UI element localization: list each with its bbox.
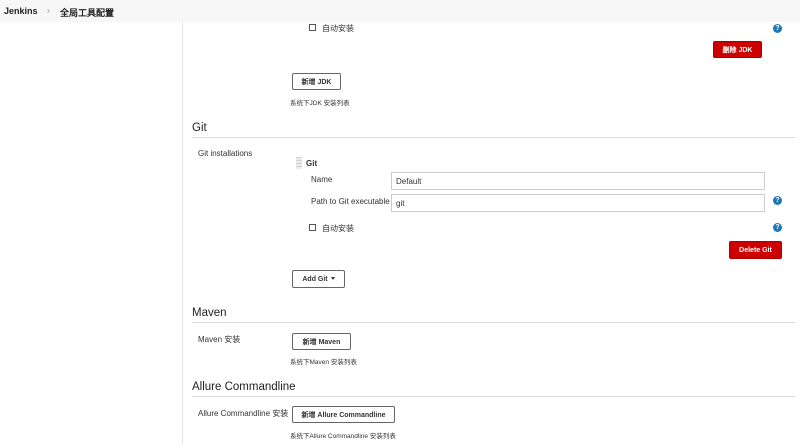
- breadcrumb-separator-icon: ›: [47, 6, 50, 15]
- allure-section-title: Allure Commandline: [192, 381, 296, 393]
- add-allure-button[interactable]: 新增 Allure Commandline: [292, 406, 395, 423]
- git-name-input[interactable]: [391, 172, 765, 190]
- allure-section-divider: [192, 396, 795, 397]
- git-path-input[interactable]: [391, 194, 765, 212]
- maven-list-caption: 系统下Maven 安装列表: [290, 359, 357, 366]
- git-installation-title: Git: [306, 159, 318, 168]
- delete-git-button[interactable]: Delete Git: [729, 241, 782, 259]
- jdk-list-caption: 系统下JDK 安装列表: [290, 100, 350, 107]
- maven-section-title: Maven: [192, 307, 227, 319]
- git-auto-install-help-icon[interactable]: ?: [773, 223, 782, 232]
- git-path-help-icon[interactable]: ?: [773, 196, 782, 205]
- git-path-label: Path to Git executable: [311, 197, 390, 206]
- jenkins-home-link[interactable]: Jenkins: [4, 6, 38, 16]
- breadcrumb-current-page[interactable]: 全局工具配置: [60, 6, 114, 19]
- git-section-title: Git: [192, 122, 207, 134]
- jdk-auto-install-checkbox[interactable]: [309, 24, 316, 31]
- maven-section-divider: [192, 322, 795, 323]
- allure-list-caption: 系统下Allure Commandline 安装列表: [290, 433, 396, 440]
- allure-install-label: Allure Commandline 安装: [198, 409, 289, 418]
- jdk-help-icon[interactable]: ?: [773, 24, 782, 33]
- chevron-down-icon: [330, 277, 335, 281]
- top-bar: Jenkins › 全局工具配置: [0, 0, 800, 22]
- maven-install-label: Maven 安装: [198, 335, 241, 344]
- jdk-auto-install-label: 自动安装: [322, 24, 354, 33]
- git-auto-install-checkbox[interactable]: [309, 224, 316, 231]
- git-section-divider: [192, 137, 795, 138]
- git-name-label: Name: [311, 175, 333, 184]
- add-git-button[interactable]: Add Git: [292, 270, 345, 288]
- drag-handle-icon[interactable]: [296, 157, 302, 169]
- add-maven-button[interactable]: 新增 Maven: [292, 333, 351, 350]
- delete-jdk-button[interactable]: 删除 JDK: [713, 41, 762, 58]
- add-git-label: Add Git: [302, 275, 328, 283]
- git-installations-label: Git installations: [198, 149, 253, 158]
- sidebar: [0, 22, 183, 444]
- git-auto-install-label: 自动安装: [322, 224, 354, 233]
- add-jdk-button[interactable]: 新增 JDK: [292, 73, 341, 90]
